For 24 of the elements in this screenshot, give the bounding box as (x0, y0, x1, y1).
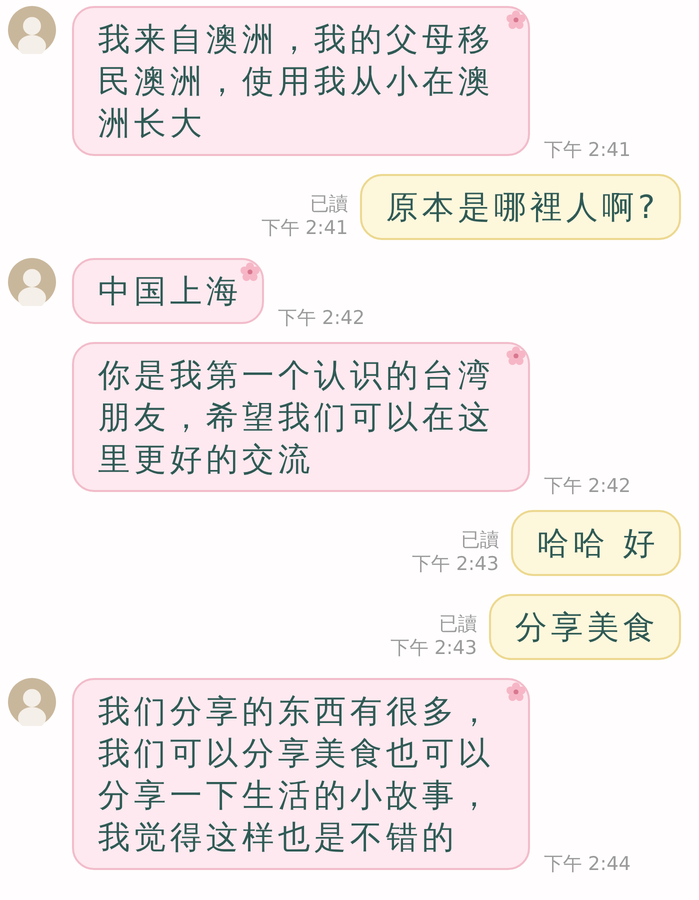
message-bubble: 你是我第一个认识的台湾朋友，希望我们可以在这里更好的交流 (72, 342, 530, 492)
message-bubble: 我们分享的东西有很多，我们可以分享美食也可以分享一下生活的小故事，我觉得这样也是不错的 (72, 678, 530, 870)
message-time: 下午 2:43 (412, 552, 499, 576)
message-bubble: 原本是哪裡人啊? (360, 174, 681, 240)
avatar[interactable] (8, 6, 56, 54)
flower-icon (506, 10, 526, 30)
flower-icon (240, 262, 260, 282)
message-time: 下午 2:42 (544, 474, 631, 498)
message-bubble: 哈哈 好 (510, 510, 681, 576)
message-time: 下午 2:41 (261, 216, 348, 240)
message-time: 下午 2:42 (278, 306, 365, 330)
avatar[interactable] (8, 258, 56, 306)
message-bubble: 我来自澳洲，我的父母移民澳洲，使用我从小在澳洲长大 (72, 6, 530, 156)
read-receipt: 已讀 (310, 192, 348, 216)
message-time: 下午 2:41 (544, 138, 631, 162)
flower-icon (506, 682, 526, 702)
read-receipt: 已讀 (460, 528, 499, 552)
message-time: 下午 2:44 (544, 852, 631, 876)
avatar[interactable] (8, 678, 56, 726)
message-bubble: 中国上海 (72, 258, 264, 324)
flower-icon (506, 346, 526, 366)
read-receipt: 已讀 (439, 612, 477, 636)
message-time: 下午 2:43 (390, 636, 477, 660)
message-bubble: 分享美食 (489, 594, 681, 660)
